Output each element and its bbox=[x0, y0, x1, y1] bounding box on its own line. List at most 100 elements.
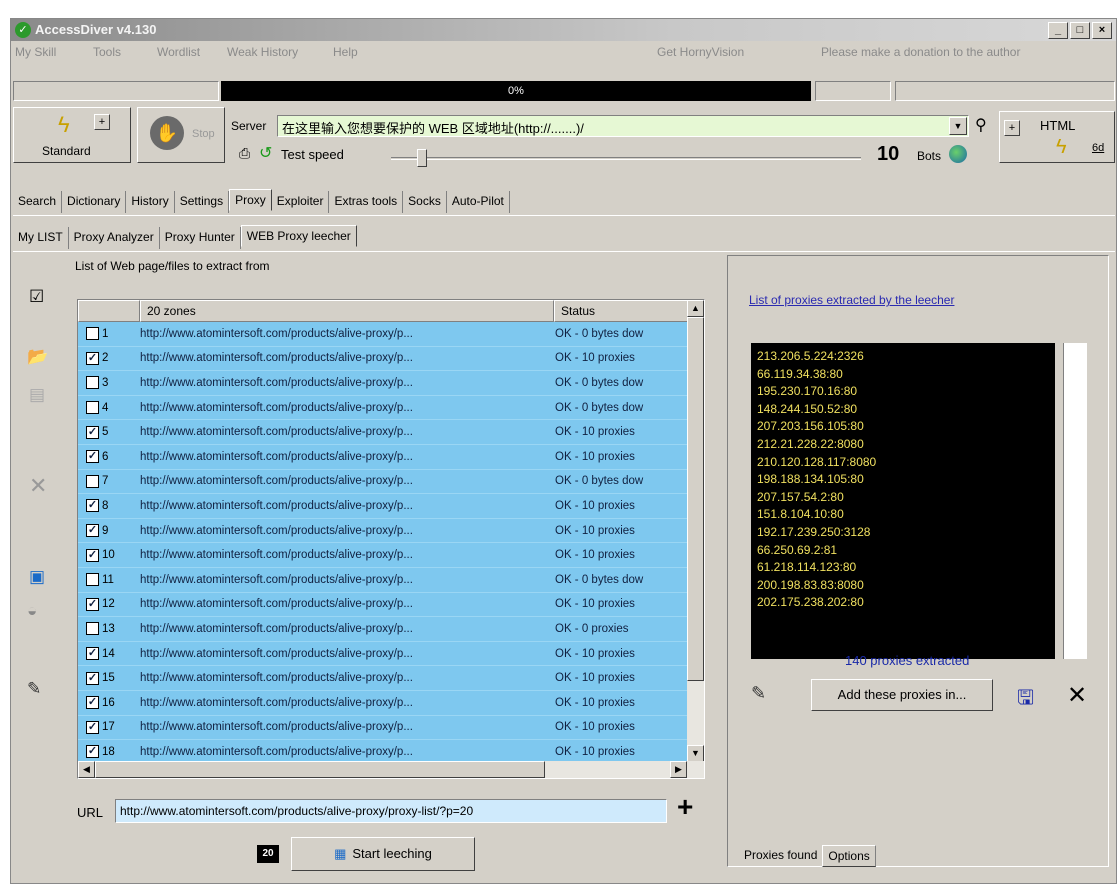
table-row[interactable]: 1 http://www.atomintersoft.com/products/a… bbox=[78, 322, 704, 347]
close-window-button[interactable]: × bbox=[1092, 22, 1112, 39]
tab-socks[interactable]: Socks bbox=[403, 191, 447, 213]
row-checkbox[interactable] bbox=[86, 622, 99, 636]
horizontal-scrollbar[interactable]: ◀ ▶ bbox=[78, 761, 704, 778]
table-row[interactable]: ✓ 2 http://www.atomintersoft.com/products/… bbox=[78, 346, 704, 372]
plus-small-button[interactable]: + bbox=[94, 114, 110, 130]
table-row[interactable]: ✓ 12 http://www.atomintersoft.com/products… bbox=[78, 592, 704, 618]
tab-proxy[interactable]: Proxy bbox=[229, 189, 272, 211]
server-input[interactable]: 在这里输入您想要保护的 WEB 区域地址(http://.......)/ bbox=[277, 115, 969, 137]
row-checkbox[interactable]: ✓ bbox=[86, 499, 99, 513]
tab-auto-pilot[interactable]: Auto-Pilot bbox=[447, 191, 510, 213]
proxy-list[interactable]: 213.206.5.224:2326 66.119.34.38:80 195.230… bbox=[751, 343, 1055, 659]
open-folder-icon[interactable]: 📂 bbox=[27, 347, 48, 367]
row-checkbox[interactable]: ✓ bbox=[86, 597, 99, 611]
proxy-item[interactable]: 198.188.134.105:80 bbox=[757, 471, 1049, 489]
table-row[interactable]: 13 http://www.atomintersoft.com/products/… bbox=[78, 617, 704, 642]
delete-x-icon[interactable]: ✕ bbox=[29, 473, 47, 499]
row-checkbox[interactable]: ✓ bbox=[86, 720, 99, 734]
tab-proxies-found[interactable]: Proxies found bbox=[739, 845, 822, 867]
tab-extras-tools[interactable]: Extras tools bbox=[329, 191, 404, 213]
speed-slider-track[interactable] bbox=[391, 157, 861, 160]
table-row[interactable]: ✓ 14 http://www.atomintersoft.com/products… bbox=[78, 641, 704, 667]
add-url-icon[interactable]: + bbox=[677, 791, 693, 823]
proxy-item[interactable]: 213.206.5.224:2326 bbox=[757, 348, 1049, 366]
add-file-icon[interactable]: ⎙ bbox=[239, 145, 250, 162]
menu-get-hornyvision[interactable]: Get HornyVision bbox=[657, 45, 744, 59]
start-leeching-button[interactable]: ▦ Start leeching bbox=[291, 837, 475, 871]
table-row[interactable]: ✓ 15 http://www.atomintersoft.com/products… bbox=[78, 666, 704, 691]
proxy-item[interactable]: 61.218.114.123:80 bbox=[757, 559, 1049, 577]
tab-dictionary[interactable]: Dictionary bbox=[62, 191, 127, 213]
row-checkbox[interactable]: ✓ bbox=[86, 745, 99, 759]
proxy-item[interactable]: 151.8.104.10:80 bbox=[757, 506, 1049, 524]
menu-my-skill[interactable]: My Skill bbox=[15, 45, 56, 59]
table-row[interactable]: ✓ 10 http://www.atomintersoft.com/products… bbox=[78, 543, 704, 568]
tab-search[interactable]: Search bbox=[13, 191, 63, 213]
row-checkbox[interactable]: ✓ bbox=[86, 647, 99, 661]
row-checkbox[interactable]: ✓ bbox=[86, 450, 99, 464]
search-icon[interactable]: ⚲ bbox=[975, 115, 987, 135]
scroll-right-button[interactable]: ▶ bbox=[670, 761, 687, 778]
menu-wordlist[interactable]: Wordlist bbox=[157, 45, 200, 59]
row-checkbox[interactable]: ✓ bbox=[86, 351, 99, 365]
speed-slider-thumb[interactable] bbox=[417, 149, 427, 167]
proxy-item[interactable]: 192.17.239.250:3128 bbox=[757, 524, 1049, 542]
eye-icon[interactable]: ◒ bbox=[27, 601, 37, 621]
proxy-item[interactable]: 207.157.54.2:80 bbox=[757, 489, 1049, 507]
wand-icon[interactable]: ✎ bbox=[27, 679, 41, 699]
table-row[interactable]: 7 http://www.atomintersoft.com/products/a… bbox=[78, 469, 704, 495]
check-all-icon[interactable]: ☑ bbox=[29, 287, 44, 307]
row-checkbox[interactable] bbox=[86, 401, 99, 415]
scroll-left-button[interactable]: ◀ bbox=[78, 761, 95, 778]
proxies-link[interactable]: List of proxies extracted by the leecher bbox=[749, 293, 954, 307]
table-row[interactable]: ✓ 17 http://www.atomintersoft.com/products… bbox=[78, 715, 704, 741]
globe-icon[interactable] bbox=[949, 145, 967, 163]
html-plus-button[interactable]: + bbox=[1004, 120, 1020, 136]
proxy-item[interactable]: 212.21.228.22:8080 bbox=[757, 436, 1049, 454]
proxy-item[interactable]: 200.198.83.83:8080 bbox=[757, 577, 1049, 595]
table-row[interactable]: ✓ 9 http://www.atomintersoft.com/products/… bbox=[78, 518, 704, 544]
server-dropdown-button[interactable]: ▼ bbox=[949, 117, 967, 135]
maximize-button[interactable]: □ bbox=[1070, 22, 1090, 39]
row-checkbox[interactable]: ✓ bbox=[86, 671, 99, 685]
row-checkbox[interactable] bbox=[86, 327, 99, 341]
menu-help[interactable]: Help bbox=[333, 45, 358, 59]
hscroll-thumb[interactable] bbox=[95, 761, 545, 778]
save-icon[interactable]: 🖫 bbox=[1017, 683, 1034, 717]
table-row[interactable]: ✓ 6 http://www.atomintersoft.com/products/… bbox=[78, 444, 704, 470]
proxy-item[interactable]: 195.230.170.16:80 bbox=[757, 383, 1049, 401]
row-checkbox[interactable]: ✓ bbox=[86, 548, 99, 562]
proxy-item[interactable]: 207.203.156.105:80 bbox=[757, 418, 1049, 436]
wand-icon-2[interactable]: ✎ bbox=[751, 683, 766, 704]
vertical-scrollbar[interactable]: ▲ ▼ bbox=[687, 300, 704, 762]
menu-donation[interactable]: Please make a donation to the author bbox=[821, 45, 1020, 59]
tab-my-list[interactable]: My LIST bbox=[13, 227, 69, 249]
close-icon[interactable]: ✕ bbox=[1067, 681, 1087, 710]
proxy-item[interactable]: 66.250.69.2:81 bbox=[757, 542, 1049, 560]
table-row[interactable]: ✓ 5 http://www.atomintersoft.com/products/… bbox=[78, 420, 704, 445]
table-row[interactable]: ✓ 8 http://www.atomintersoft.com/products/… bbox=[78, 494, 704, 519]
proxy-item[interactable]: 66.119.34.38:80 bbox=[757, 366, 1049, 384]
document-icon[interactable]: ▣ bbox=[29, 567, 45, 587]
tab-exploiter[interactable]: Exploiter bbox=[272, 191, 330, 213]
scroll-thumb[interactable] bbox=[687, 317, 704, 681]
standard-panel[interactable]: ϟ + Standard bbox=[13, 107, 131, 163]
tab-proxy-analyzer[interactable]: Proxy Analyzer bbox=[69, 227, 160, 249]
row-checkbox[interactable] bbox=[86, 376, 99, 390]
tab-settings[interactable]: Settings bbox=[175, 191, 230, 213]
row-checkbox[interactable] bbox=[86, 474, 99, 488]
add-proxies-button[interactable]: Add these proxies in... bbox=[811, 679, 993, 711]
menu-weak-history[interactable]: Weak History bbox=[227, 45, 298, 59]
table-row[interactable]: 11 http://www.atomintersoft.com/products/… bbox=[78, 567, 704, 593]
small-label[interactable]: 6d bbox=[1092, 142, 1104, 154]
table-row[interactable]: 4 http://www.atomintersoft.com/products/a… bbox=[78, 395, 704, 421]
proxy-item[interactable]: 148.244.150.52:80 bbox=[757, 401, 1049, 419]
tab-web-proxy-leecher[interactable]: WEB Proxy leecher bbox=[240, 225, 357, 247]
proxy-list-scrollbar[interactable] bbox=[1063, 343, 1087, 659]
table-row[interactable]: 3 http://www.atomintersoft.com/products/a… bbox=[78, 371, 704, 396]
menu-tools[interactable]: Tools bbox=[93, 45, 121, 59]
stop-button[interactable]: ✋ Stop bbox=[137, 107, 225, 163]
tab-history[interactable]: History bbox=[126, 191, 175, 213]
tab-proxy-hunter[interactable]: Proxy Hunter bbox=[160, 227, 241, 249]
scroll-down-button[interactable]: ▼ bbox=[687, 745, 704, 762]
